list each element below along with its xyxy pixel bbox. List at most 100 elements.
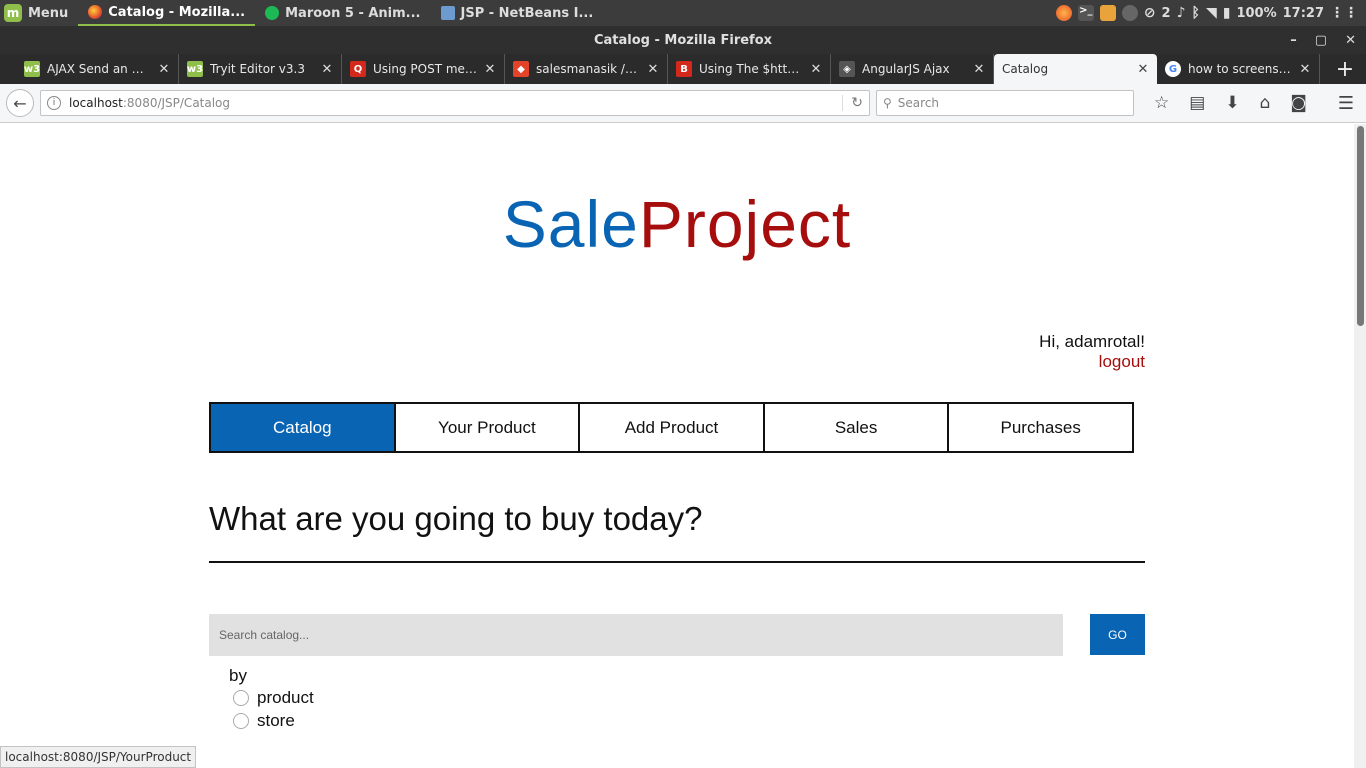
radio-product-row[interactable]: product xyxy=(233,688,314,708)
maximize-icon[interactable]: ▢ xyxy=(1315,33,1327,48)
reading-list-icon[interactable]: ▤ xyxy=(1189,93,1205,113)
apps-grid-icon[interactable]: ⋮⋮ xyxy=(1330,5,1358,21)
bluetooth-icon[interactable]: ᛒ xyxy=(1192,5,1200,21)
catalog-search-placeholder: Search catalog... xyxy=(219,628,310,642)
mint-logo-icon: m xyxy=(4,4,22,22)
tab-label: Using POST met... xyxy=(373,62,477,76)
window-title: Catalog - Mozilla Firefox xyxy=(593,32,773,48)
pocket-icon[interactable]: ◙ xyxy=(1290,93,1307,113)
wifi-icon[interactable]: ◥ xyxy=(1206,5,1217,21)
folder-icon[interactable] xyxy=(1099,5,1116,21)
main-nav: Catalog Your Product Add Product Sales P… xyxy=(209,402,1134,453)
page-title: What are you going to buy today? xyxy=(209,500,703,537)
clock[interactable]: 17:27 xyxy=(1283,6,1324,21)
new-tab-icon[interactable]: + xyxy=(1330,54,1360,84)
radio-product[interactable] xyxy=(233,690,249,706)
search-icon: ⚲ xyxy=(883,96,892,110)
logout-link[interactable]: logout xyxy=(1039,352,1145,372)
gitlab-favicon-icon: ◆ xyxy=(513,61,529,77)
spotify-icon xyxy=(265,6,280,20)
taskbar-item-label: JSP - NetBeans I... xyxy=(460,5,594,21)
reload-icon[interactable]: ↻ xyxy=(842,95,863,111)
blogger-favicon-icon: B xyxy=(676,61,692,77)
tab-close-icon[interactable]: ✕ xyxy=(158,62,170,77)
music-icon[interactable]: ♪ xyxy=(1177,5,1186,21)
greeting-text: Hi, adamrotal! xyxy=(1039,332,1145,351)
battery-percent: 100% xyxy=(1236,5,1277,21)
download-icon[interactable]: ⬇ xyxy=(1225,93,1239,113)
browser-tab[interactable]: G how to screensh... ✕ xyxy=(1157,54,1320,84)
tab-label: salesmanasik / T... xyxy=(536,62,640,76)
browser-search-input[interactable]: ⚲ Search xyxy=(876,90,1134,116)
w3schools-favicon-icon: w3 xyxy=(24,61,40,77)
radio-product-label: product xyxy=(257,688,314,707)
disk-icon[interactable] xyxy=(1121,5,1138,21)
nav-sales[interactable]: Sales xyxy=(765,404,950,451)
system-tray: >_ ⊘ 2 ♪ ᛒ ◥ ▮ 100% 17:27 ⋮⋮ xyxy=(1055,5,1366,21)
tab-close-icon[interactable]: ✕ xyxy=(321,62,333,77)
google-favicon-icon: G xyxy=(1165,61,1181,77)
window-titlebar: Catalog - Mozilla Firefox – ▢ ✕ xyxy=(0,26,1366,54)
scrollbar-thumb[interactable] xyxy=(1357,126,1364,326)
window-controls: – ▢ ✕ xyxy=(1290,26,1356,54)
battery-icon[interactable]: ▮ xyxy=(1223,5,1231,21)
tab-label: AngularJS Ajax xyxy=(862,62,950,76)
logo-sale: Sale xyxy=(502,187,639,261)
browser-tab[interactable]: B Using The $http ... ✕ xyxy=(668,54,831,84)
tab-label: how to screensh... xyxy=(1188,62,1292,76)
back-arrow-icon[interactable]: ← xyxy=(6,89,34,117)
w3schools-favicon-icon: w3 xyxy=(187,61,203,77)
site-logo: SaleProject xyxy=(0,186,1354,262)
taskbar-item-netbeans[interactable]: JSP - NetBeans I... xyxy=(431,0,604,26)
alert-icon[interactable]: ⊘ xyxy=(1144,5,1156,21)
toolbar-icons: ☆ ▤ ⬇ ⌂ ◙ xyxy=(1154,93,1307,113)
close-window-icon[interactable]: ✕ xyxy=(1345,33,1356,48)
nav-your-product[interactable]: Your Product xyxy=(396,404,581,451)
tab-label: Tryit Editor v3.3 xyxy=(210,62,305,76)
browser-tab-active[interactable]: Catalog ✕ xyxy=(994,54,1157,84)
browser-tab[interactable]: ◆ salesmanasik / T... ✕ xyxy=(505,54,668,84)
browser-tab-strip: w3 AJAX Send an X... ✕ w3 Tryit Editor v… xyxy=(0,54,1366,84)
tab-close-icon[interactable]: ✕ xyxy=(810,62,822,77)
search-placeholder: Search xyxy=(897,96,940,110)
os-menu-button[interactable]: m Menu xyxy=(0,0,78,26)
browser-tab[interactable]: w3 AJAX Send an X... ✕ xyxy=(16,54,179,84)
radio-store-row[interactable]: store xyxy=(233,711,295,731)
browser-tab[interactable]: Q Using POST met... ✕ xyxy=(342,54,505,84)
browser-tab[interactable]: ◈ AngularJS Ajax ✕ xyxy=(831,54,994,84)
url-host: localhost xyxy=(69,96,123,110)
tab-close-icon[interactable]: ✕ xyxy=(484,62,496,77)
tab-label: Using The $http ... xyxy=(699,62,803,76)
user-greeting-block: Hi, adamrotal! logout xyxy=(1039,332,1145,372)
taskbar-item-spotify[interactable]: Maroon 5 - Anim... xyxy=(255,0,430,26)
tab-close-icon[interactable]: ✕ xyxy=(1137,62,1149,77)
page-scrollbar[interactable] xyxy=(1354,124,1366,768)
netbeans-icon xyxy=(440,6,455,20)
url-path: :8080/JSP/Catalog xyxy=(122,96,231,110)
angular-favicon-icon: ◈ xyxy=(839,61,855,77)
taskbar-item-firefox[interactable]: Catalog - Mozilla... xyxy=(78,0,256,26)
menu-hamburger-icon[interactable]: ☰ xyxy=(1338,93,1354,114)
tab-close-icon[interactable]: ✕ xyxy=(1299,62,1311,77)
minimize-icon[interactable]: – xyxy=(1290,33,1297,48)
tab-label: Catalog xyxy=(1002,62,1049,76)
nav-add-product[interactable]: Add Product xyxy=(580,404,765,451)
terminal-icon[interactable]: >_ xyxy=(1077,5,1094,21)
tab-close-icon[interactable]: ✕ xyxy=(647,62,659,77)
catalog-search-input[interactable]: Search catalog... xyxy=(209,614,1063,656)
notification-count: 2 xyxy=(1161,5,1171,21)
browser-toolbar: ← i localhost:8080/JSP/Catalog ↻ ⚲ Searc… xyxy=(0,84,1366,123)
go-button[interactable]: GO xyxy=(1090,614,1145,655)
search-by-label: by xyxy=(229,666,247,685)
nav-purchases[interactable]: Purchases xyxy=(949,404,1132,451)
radio-store[interactable] xyxy=(233,713,249,729)
firefox-tray-icon[interactable] xyxy=(1055,5,1072,21)
home-icon[interactable]: ⌂ xyxy=(1260,93,1271,113)
nav-catalog[interactable]: Catalog xyxy=(211,404,396,451)
bookmark-star-icon[interactable]: ☆ xyxy=(1154,93,1169,113)
address-bar[interactable]: i localhost:8080/JSP/Catalog ↻ xyxy=(40,90,870,116)
os-top-panel: m Menu Catalog - Mozilla... Maroon 5 - A… xyxy=(0,0,1366,26)
info-icon[interactable]: i xyxy=(47,96,61,110)
browser-tab[interactable]: w3 Tryit Editor v3.3 ✕ xyxy=(179,54,342,84)
tab-close-icon[interactable]: ✕ xyxy=(973,62,985,77)
